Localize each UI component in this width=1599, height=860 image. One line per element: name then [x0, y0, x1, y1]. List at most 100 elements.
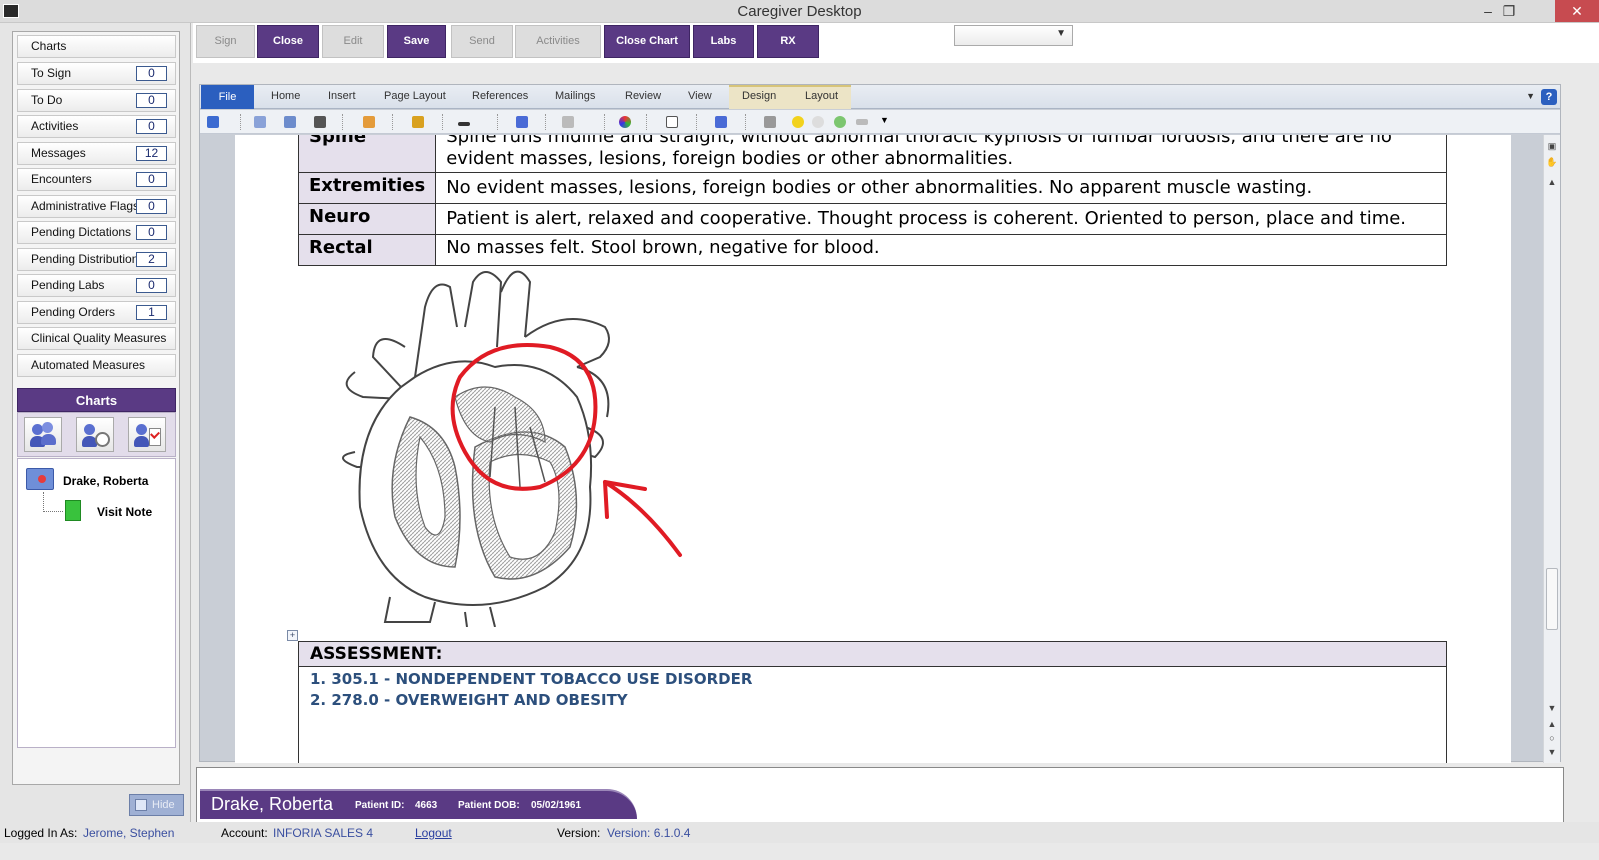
- sidebar-item-encounters[interactable]: Encounters 0: [17, 168, 176, 191]
- browse-object-icon[interactable]: ○: [1544, 733, 1560, 743]
- previous-page-icon[interactable]: ▲: [1544, 719, 1560, 729]
- labs-button[interactable]: Labs: [693, 25, 754, 58]
- circle-icon[interactable]: [812, 116, 824, 128]
- close-chart-button[interactable]: Close Chart: [604, 25, 690, 58]
- tab-review[interactable]: Review: [625, 90, 661, 102]
- minimize-button[interactable]: –: [1477, 0, 1499, 22]
- hide-sidebar-button[interactable]: Hide: [129, 794, 184, 816]
- tab-design[interactable]: Design: [742, 90, 776, 102]
- tab-page-layout[interactable]: Page Layout: [384, 90, 446, 102]
- exam-table: Spine Spine runs midline and straight, wi…: [297, 135, 1447, 266]
- tab-insert[interactable]: Insert: [328, 90, 356, 102]
- green-circle-icon[interactable]: [834, 116, 846, 128]
- patient-schedule-icon[interactable]: [76, 417, 114, 452]
- send-button[interactable]: Send: [451, 25, 513, 58]
- tab-mailings[interactable]: Mailings: [555, 90, 595, 102]
- ribbon-collapse-icon[interactable]: ▼: [1526, 91, 1535, 101]
- sidebar-item-pending-dictations[interactable]: Pending Dictations 0: [17, 221, 176, 244]
- pan-icon[interactable]: ✋: [1544, 157, 1560, 168]
- exam-label: Neuro: [297, 203, 437, 235]
- help-icon[interactable]: ?: [1541, 89, 1557, 105]
- count-badge: 1: [136, 305, 167, 320]
- select-tool-icon[interactable]: [562, 116, 574, 128]
- charts-toolbar: [17, 412, 176, 457]
- activities-button[interactable]: Activities: [515, 25, 601, 58]
- exam-text: Patient is alert, relaxed and cooperativ…: [435, 203, 1447, 235]
- scroll-down-icon[interactable]: ▼: [1544, 703, 1560, 713]
- action-toolbar: Sign Close Edit Save Send Activities Clo…: [193, 23, 1599, 63]
- ruler-toggle-icon[interactable]: ▣: [1544, 141, 1560, 152]
- rx-button[interactable]: RX: [757, 25, 819, 58]
- sidebar-item-clinical-quality-measures[interactable]: Clinical Quality Measures: [17, 327, 176, 350]
- assessment-table: ASSESSMENT: 1. 305.1 - NONDEPENDENT TOBA…: [298, 641, 1447, 763]
- vertical-scrollbar[interactable]: ▣ ✋ ▲ ▼ ▲ ○ ▼: [1543, 135, 1560, 763]
- sidebar-item-to-sign[interactable]: To Sign 0: [17, 62, 176, 85]
- table-icon[interactable]: [284, 116, 296, 128]
- sidebar-item-activities[interactable]: Activities 0: [17, 115, 176, 138]
- logout-link[interactable]: Logout: [415, 826, 452, 840]
- title-bar: Caregiver Desktop – ❐ ✕: [0, 0, 1599, 23]
- print-icon[interactable]: [314, 116, 326, 128]
- sidebar-item-administrative-flags[interactable]: Administrative Flags 0: [17, 195, 176, 218]
- toolbar-dropdown[interactable]: ▼: [954, 25, 1073, 46]
- sign-button[interactable]: Sign: [196, 25, 255, 58]
- document-page[interactable]: Spine Spine runs midline and straight, wi…: [235, 135, 1511, 763]
- sidebar-item-messages[interactable]: Messages 12: [17, 142, 176, 165]
- smiley-icon[interactable]: [792, 116, 804, 128]
- scroll-up-icon[interactable]: ▲: [1544, 177, 1560, 187]
- patient-search-icon[interactable]: [24, 417, 62, 452]
- tab-references[interactable]: References: [472, 90, 528, 102]
- text-box-icon[interactable]: [254, 116, 266, 128]
- hide-icon: [135, 799, 147, 811]
- color-wheel-icon[interactable]: [619, 116, 631, 128]
- customize-toolbar-icon[interactable]: ▼: [880, 115, 889, 125]
- sidebar-item-to-do[interactable]: To Do 0: [17, 89, 176, 112]
- sidebar-item-pending-orders[interactable]: Pending Orders 1: [17, 301, 176, 324]
- exam-text: No masses felt. Stool brown, negative fo…: [435, 234, 1447, 266]
- document-menu-icon[interactable]: [764, 116, 776, 128]
- table-row: Spine Spine runs midline and straight, wi…: [297, 135, 1447, 173]
- sidebar-item-label: Pending Orders: [31, 305, 116, 319]
- edit-button[interactable]: Edit: [322, 25, 384, 58]
- tab-view[interactable]: View: [688, 90, 712, 102]
- next-page-icon[interactable]: ▼: [1544, 747, 1560, 757]
- patient-checklist-icon[interactable]: [128, 417, 166, 452]
- logged-in-label: Logged In As:: [4, 826, 78, 840]
- eraser-icon[interactable]: [363, 116, 375, 128]
- tab-file[interactable]: File: [201, 85, 254, 109]
- document-editor: File Home Insert Page Layout References …: [199, 84, 1561, 763]
- pointer-icon[interactable]: [666, 116, 678, 128]
- maximize-button[interactable]: ❐: [1498, 0, 1520, 22]
- account-label: Account:: [221, 826, 268, 840]
- ink-tool-icon[interactable]: [715, 116, 727, 128]
- hide-label: Hide: [152, 799, 175, 811]
- clear-ink-icon[interactable]: [516, 116, 528, 128]
- tree-patient-name[interactable]: Drake, Roberta: [63, 474, 148, 488]
- scrollbar-thumb[interactable]: [1546, 568, 1558, 630]
- sidebar-item-automated-measures[interactable]: Automated Measures: [17, 354, 176, 377]
- sidebar-item-label: To Sign: [31, 66, 72, 80]
- tab-home[interactable]: Home: [271, 90, 300, 102]
- undo-icon[interactable]: [207, 116, 219, 128]
- exam-label: Rectal: [297, 234, 437, 266]
- charts-tree: Drake, Roberta Visit Note: [17, 458, 176, 748]
- pen-color-icon[interactable]: [458, 122, 470, 126]
- highlight-icon[interactable]: [412, 116, 424, 128]
- save-button[interactable]: Save: [387, 25, 446, 58]
- sidebar: Charts To Sign 0 To Do 0 Activities 0 Messa…: [0, 23, 191, 840]
- version-label: Version:: [557, 826, 601, 840]
- sidebar-item-pending-labs[interactable]: Pending Labs 0: [17, 274, 176, 297]
- status-bar: Logged In As: Jerome, Stephen Account: I…: [0, 822, 1599, 843]
- window-title: Caregiver Desktop: [737, 3, 862, 20]
- sidebar-item-charts[interactable]: Charts: [17, 35, 176, 58]
- rule-icon[interactable]: [856, 119, 868, 125]
- sidebar-item-label: Pending Distributions: [31, 252, 145, 266]
- tab-layout[interactable]: Layout: [805, 90, 838, 102]
- sidebar-item-pending-distributions[interactable]: Pending Distributions 2: [17, 248, 176, 271]
- table-move-handle-icon[interactable]: +: [287, 630, 298, 641]
- close-button[interactable]: Close: [257, 25, 319, 58]
- tree-visit-note[interactable]: Visit Note: [97, 505, 152, 519]
- window-close-button[interactable]: ✕: [1555, 0, 1599, 22]
- chevron-down-icon: ▼: [1056, 28, 1066, 39]
- sidebar-item-label: To Do: [31, 93, 63, 107]
